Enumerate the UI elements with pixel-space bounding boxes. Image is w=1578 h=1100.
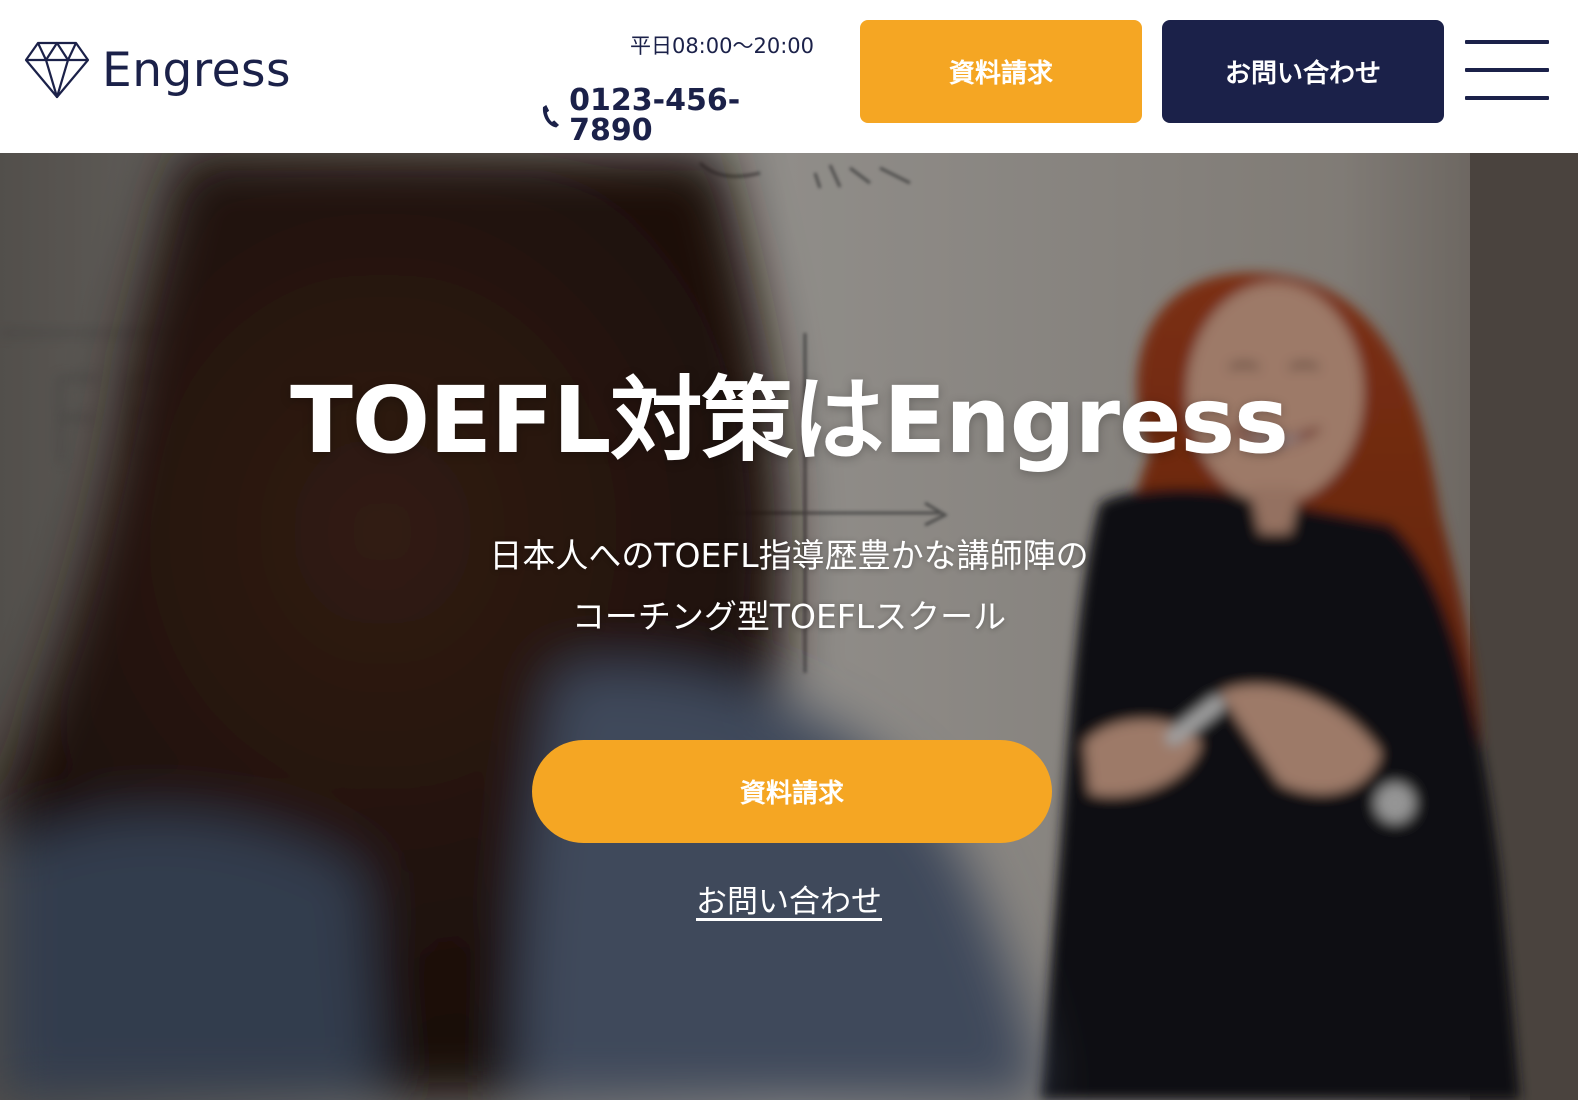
menu-line xyxy=(1465,68,1549,72)
phone-link[interactable]: 0123-456-7890 xyxy=(540,86,814,146)
site-header: Engress 平日08:00〜20:00 0123-456-7890 資料請求… xyxy=(0,0,1578,153)
business-hours: 平日08:00〜20:00 xyxy=(629,34,814,58)
hero-section: TOEFL対策はEngress 日本人へのTOEFL指導歴豊かな講師陣の コーチ… xyxy=(0,153,1578,1100)
document-request-button[interactable]: 資料請求 xyxy=(860,20,1142,123)
hero-contact-wrapper: お問い合わせ xyxy=(0,887,1578,918)
hero-title: TOEFL対策はEngress xyxy=(290,367,1289,474)
menu-line xyxy=(1465,96,1549,100)
hero-document-request-button[interactable]: 資料請求 xyxy=(532,740,1052,843)
menu-line xyxy=(1465,40,1549,44)
logo-text: Engress xyxy=(102,42,291,98)
phone-number: 0123-456-7890 xyxy=(569,83,741,148)
contact-button[interactable]: お問い合わせ xyxy=(1162,20,1444,123)
hero-subtitle-line1: 日本人へのTOEFL指導歴豊かな講師陣の xyxy=(489,536,1089,575)
hamburger-icon[interactable] xyxy=(1465,40,1549,102)
hero-subtitle-line2: コーチング型TOEFLスクール xyxy=(571,597,1007,636)
diamond-icon xyxy=(24,41,90,99)
hero-contact-link[interactable]: お問い合わせ xyxy=(696,884,882,920)
logo[interactable]: Engress xyxy=(24,40,291,100)
phone-icon xyxy=(542,104,560,128)
